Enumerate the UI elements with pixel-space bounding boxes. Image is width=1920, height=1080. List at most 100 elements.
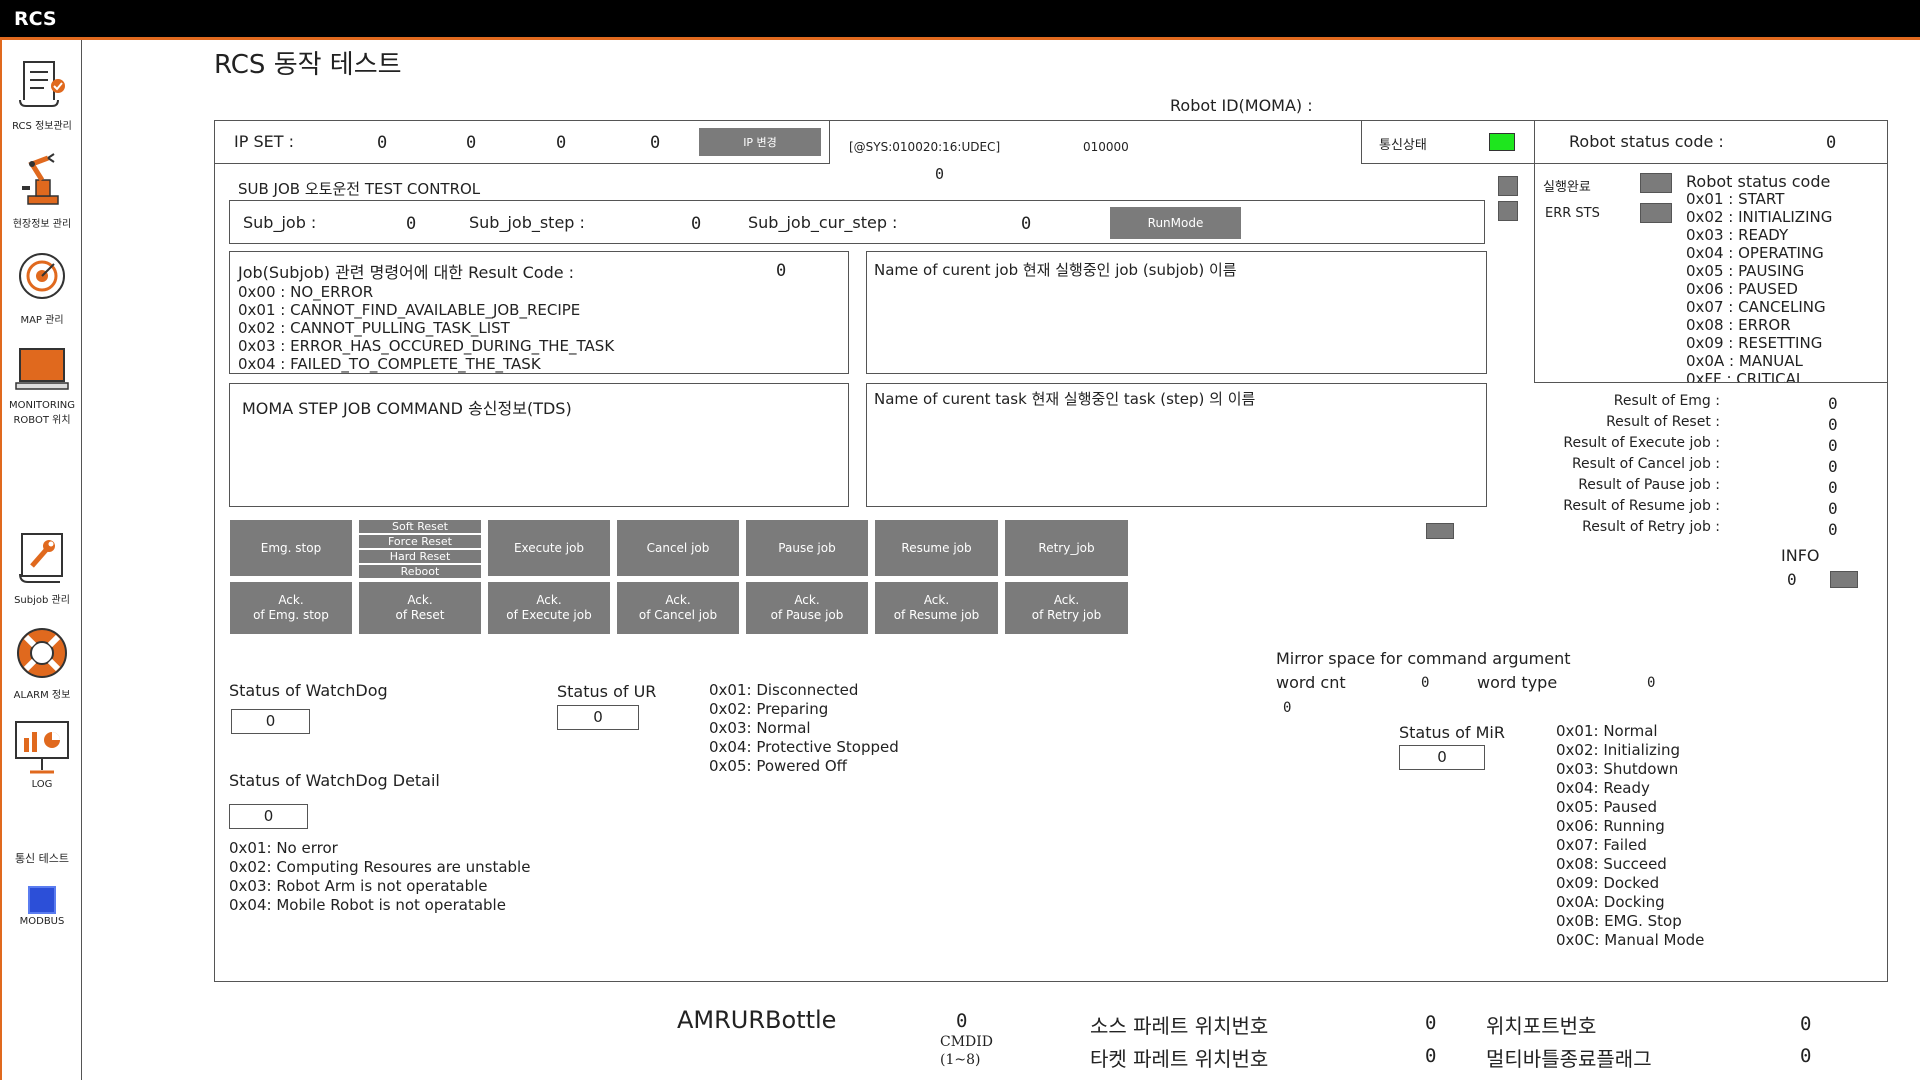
ack-retry-job-button[interactable]: Ack. of Retry job [1005,582,1128,634]
soft-reset-button[interactable]: Soft Reset [359,520,481,533]
sidebar-item-label: 통신 테스트 [14,852,70,865]
sidebar-item-label: MONITORING [8,400,76,411]
target-pallet-value: 0 [1425,1045,1437,1067]
amr-ur-bottle-value: 0 [956,1010,968,1032]
sidebar: RCS 정보관리 현장정보 관리 MAP 관리 MONITORING ROBOT… [2,40,82,1080]
run-mode-button[interactable]: RunMode [1110,207,1241,239]
map-icon [19,253,65,299]
mir-code-item: 0x0B: EMG. Stop [1556,912,1682,930]
sidebar-item-rcs-info[interactable]: RCS 정보관리 [2,56,82,132]
err-indicator [1640,203,1672,223]
robot-id-label: Robot ID(MOMA) : [1170,96,1313,115]
ack-prefix: Ack. [407,593,433,607]
monitor-icon [15,348,69,390]
ack-text: of Retry job [1031,608,1102,622]
force-reset-button[interactable]: Force Reset [359,535,481,548]
result-reset-value: 0 [1828,415,1838,434]
hard-reset-button[interactable]: Hard Reset [359,550,481,563]
ur-code-item: 0x01: Disconnected [709,681,859,699]
status-code-item: 0x09 : RESETTING [1686,334,1823,352]
reboot-button[interactable]: Reboot [359,565,481,578]
ack-prefix: Ack. [923,593,950,607]
sidebar-item-log[interactable]: LOG [2,718,82,790]
result-retry-value: 0 [1828,520,1838,539]
mir-code-item: 0x03: Shutdown [1556,760,1679,778]
result-reset-label: Result of Reset : [1606,414,1720,430]
result-retry-label: Result of Retry job : [1582,519,1720,535]
ack-reset-button[interactable]: Ack. of Reset [359,582,481,634]
ip-octet-2[interactable]: 0 [466,133,476,153]
watchdog-detail-value-field[interactable]: 0 [229,804,308,829]
word-type-label: word type [1477,673,1558,692]
status-code-item: 0x08 : ERROR [1686,316,1791,334]
result-code-title: Job(Subjob) 관련 명령어에 대한 Result Code : [238,263,575,282]
result-emg-label: Result of Emg : [1613,393,1720,409]
mir-code-item: 0x06: Running [1556,817,1665,835]
sidebar-item-label: MAP 관리 [20,315,64,326]
sub-job-step-value: 0 [691,214,702,234]
document-icon [19,61,65,107]
result-code-item: 0x04 : FAILED_TO_COMPLETE_THE_TASK [238,355,541,373]
current-job-title: Name of curent job 현재 실행중인 job (subjob) … [874,261,1237,279]
sidebar-item-label: ROBOT 위치 [13,415,71,426]
execute-job-button[interactable]: Execute job [488,520,610,576]
ur-status-label: Status of UR [557,682,657,701]
err-sts-label: ERR STS [1545,206,1600,221]
ack-text: of Reset [395,608,445,622]
results-values: 0 0 0 0 0 0 0 [1828,393,1838,540]
wrench-book-icon [19,533,63,583]
cancel-job-button[interactable]: Cancel job [617,520,739,576]
position-port-label: 위치포트번호 [1486,1014,1597,1038]
ip-change-button[interactable]: IP 변경 [699,128,821,156]
moma-step-title: MOMA STEP JOB COMMAND 송신정보(TDS) [242,399,572,418]
sidebar-item-monitoring[interactable]: MONITORING ROBOT 위치 [2,345,82,426]
ack-text: of Execute job [506,608,592,622]
sys-code: 010000 [1083,140,1129,154]
sub-job-step-label: Sub_job_step : [469,213,585,232]
sidebar-item-label: RCS 정보관리 [12,121,72,132]
sidebar-item-site-info[interactable]: 현장정보 관리 [2,150,82,230]
mir-status-value-field[interactable]: 0 [1399,745,1485,770]
result-resume-label: Result of Resume job : [1563,498,1720,514]
watchdog-code-item: 0x02: Computing Resoures are unstable [229,858,531,876]
ack-execute-job-button[interactable]: Ack. of Execute job [488,582,610,634]
ur-status-value-field[interactable]: 0 [557,705,639,730]
source-pallet-value: 0 [1425,1012,1437,1034]
watchdog-code-item: 0x03: Robot Arm is not operatable [229,877,488,895]
mir-code-item: 0x01: Normal [1556,722,1658,740]
resume-job-button[interactable]: Resume job [875,520,998,576]
mir-codes-list: 0x01: Normal 0x02: Initializing 0x03: Sh… [1556,722,1704,950]
retry-job-button[interactable]: Retry_job [1005,520,1128,576]
mir-code-item: 0x07: Failed [1556,836,1647,854]
mir-code-item: 0x08: Succeed [1556,855,1667,873]
sidebar-item-alarm[interactable]: ALARM 정보 [2,625,82,701]
robot-status-code-value: 0 [1826,133,1837,153]
emg-stop-button[interactable]: Emg. stop [230,520,352,576]
word-type-value: 0 [1647,675,1656,691]
ack-resume-job-button[interactable]: Ack. of Resume job [875,582,998,634]
robot-status-codes-list: 0x01 : START 0x02 : INITIALIZING 0x03 : … [1686,190,1886,382]
ip-octet-3[interactable]: 0 [556,133,566,153]
sidebar-item-map[interactable]: MAP 관리 [2,250,82,326]
ack-cancel-job-button[interactable]: Ack. of Cancel job [617,582,739,634]
sidebar-item-subjob[interactable]: Subjob 관리 [2,530,82,606]
comm-status-label: 통신상태 [1379,138,1427,153]
ip-octet-4[interactable]: 0 [650,133,660,153]
ack-pause-job-button[interactable]: Ack. of Pause job [746,582,868,634]
pause-job-button[interactable]: Pause job [746,520,868,576]
ack-emg-stop-button[interactable]: Ack. of Emg. stop [230,582,352,634]
result-cancel-label: Result of Cancel job : [1571,456,1720,472]
sidebar-item-modbus[interactable]: MODBUS [2,886,82,927]
modbus-icon [28,886,56,914]
sidebar-item-comm-test[interactable]: 통신 테스트 [2,850,82,866]
mir-code-item: 0x02: Initializing [1556,741,1681,759]
ip-octet-1[interactable]: 0 [377,133,387,153]
ack-prefix: Ack. [1053,593,1080,607]
result-emg-value: 0 [1828,394,1838,413]
watchdog-value-field[interactable]: 0 [231,709,310,734]
sidebar-item-label: LOG [31,779,53,790]
amr-ur-bottle-label: AMRURBottle [677,1006,837,1034]
info-label: INFO [1781,546,1820,565]
title-bar: RCS [0,0,1920,40]
status-code-item: 0x03 : READY [1686,226,1789,244]
